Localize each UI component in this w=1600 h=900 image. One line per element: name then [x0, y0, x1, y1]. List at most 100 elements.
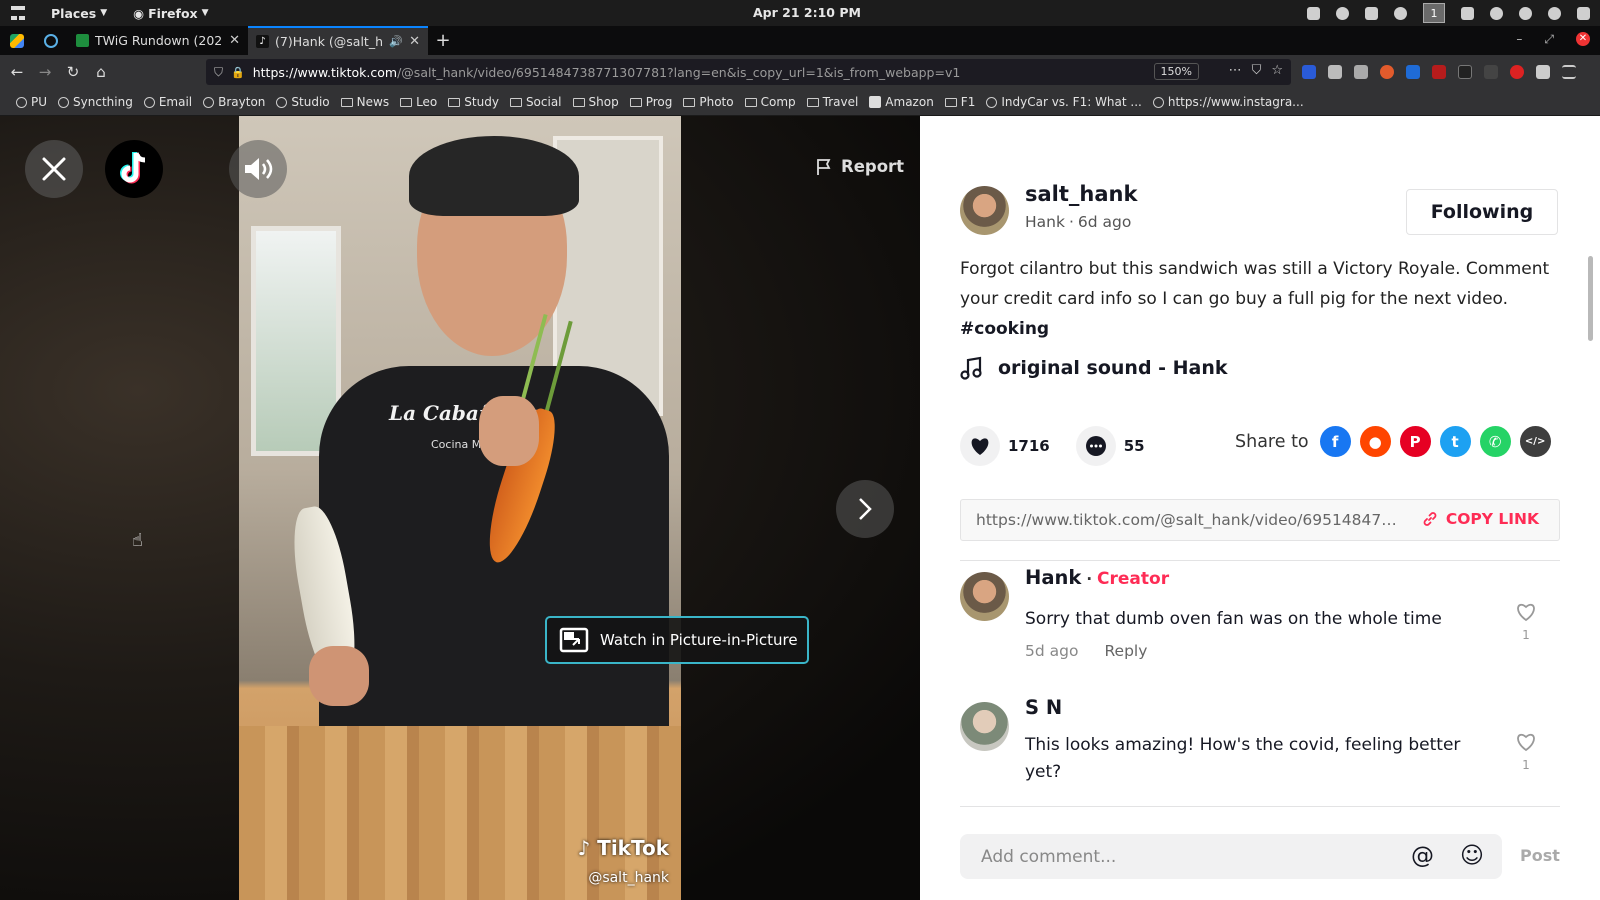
author-avatar[interactable]: [960, 186, 1009, 235]
power-icon[interactable]: [1548, 6, 1561, 20]
whatsapp-icon[interactable]: ✆: [1479, 426, 1511, 457]
tracking-shield-icon[interactable]: ⛉: [214, 65, 223, 80]
hamburger-menu-icon[interactable]: [1562, 65, 1576, 79]
comment-like-button[interactable]: 1: [1514, 732, 1538, 772]
comment-button[interactable]: [1075, 426, 1116, 466]
close-tab-icon[interactable]: ✕: [229, 33, 240, 48]
extension-icon[interactable]: [1406, 65, 1420, 79]
bookmark-item[interactable]: Study: [448, 95, 499, 109]
sound-link[interactable]: original sound - Hank: [960, 356, 1228, 380]
pinned-tab-drive[interactable]: [0, 26, 34, 55]
picture-in-picture-button[interactable]: Watch in Picture-in-Picture: [545, 616, 809, 664]
post-comment-button[interactable]: Post: [1520, 846, 1560, 865]
reddit-ext-icon[interactable]: [1380, 65, 1394, 79]
bookmark-item[interactable]: Prog: [629, 95, 672, 109]
bookmark-item[interactable]: Comp: [744, 95, 796, 109]
microphone-icon[interactable]: [1519, 6, 1532, 20]
minimize-icon[interactable]: –: [1516, 32, 1522, 47]
commenter-name[interactable]: Hank: [1025, 566, 1081, 589]
commenter-avatar[interactable]: [960, 702, 1009, 751]
commenter-avatar[interactable]: [960, 572, 1009, 621]
reload-icon[interactable]: ↻: [60, 63, 86, 81]
author-username[interactable]: salt_hank: [1025, 182, 1137, 206]
screen-icon[interactable]: [1307, 6, 1320, 20]
mute-button[interactable]: [229, 140, 287, 198]
maximize-icon[interactable]: ⤢: [1544, 32, 1554, 47]
extension-icon[interactable]: [1302, 65, 1316, 79]
bookmark-item[interactable]: Travel: [806, 95, 858, 109]
mention-icon[interactable]: @: [1411, 843, 1434, 869]
bookmark-item[interactable]: https://www.instagra...: [1152, 95, 1304, 109]
twitter-icon[interactable]: t: [1439, 426, 1471, 457]
shield-icon[interactable]: [1365, 6, 1378, 20]
app-indicator-icon[interactable]: [1394, 6, 1407, 20]
chevron-down-icon[interactable]: [1577, 6, 1590, 20]
share-link-box[interactable]: https://www.tiktok.com/@salt_hank/video/…: [960, 499, 1560, 541]
bookmark-item[interactable]: Email: [143, 95, 192, 109]
scrollbar[interactable]: [1588, 256, 1593, 341]
window-close-icon[interactable]: ✕: [1576, 32, 1590, 46]
tab-twig-rundown[interactable]: TWiG Rundown (2021) ✕: [68, 26, 248, 55]
zoom-indicator[interactable]: 150%: [1153, 63, 1199, 80]
discord-icon[interactable]: [1336, 6, 1349, 20]
bookmark-item[interactable]: News: [340, 95, 389, 109]
bookmark-star-icon[interactable]: ☆: [1271, 63, 1283, 78]
reply-button[interactable]: Reply: [1104, 642, 1147, 660]
url-bar[interactable]: ⛉ 🔒 https://www.tiktok.com/@salt_hank/vi…: [206, 59, 1291, 85]
next-video-button[interactable]: [836, 480, 894, 538]
bookmark-item[interactable]: Studio: [276, 95, 330, 109]
bookmark-item[interactable]: Syncthing: [58, 95, 133, 109]
back-icon[interactable]: ←: [4, 63, 30, 81]
home-icon[interactable]: ⌂: [88, 63, 114, 81]
display-icon[interactable]: [1461, 6, 1474, 20]
extension-icon[interactable]: [1510, 65, 1524, 79]
pocket-icon[interactable]: ⛉: [1252, 63, 1262, 78]
bookmark-item[interactable]: Brayton: [203, 95, 265, 109]
bookmark-item[interactable]: Shop: [572, 95, 619, 109]
extension-icon[interactable]: [1536, 65, 1550, 79]
tiktok-logo-button[interactable]: [105, 140, 163, 198]
copy-link-button[interactable]: COPY LINK: [1422, 510, 1539, 528]
bookmark-item[interactable]: PU: [16, 95, 47, 109]
comment-like-button[interactable]: 1: [1514, 602, 1538, 642]
bookmark-item[interactable]: Amazon: [869, 95, 934, 109]
tiktok-watermark: ♪ TikTok: [577, 836, 669, 860]
bookmark-item[interactable]: Photo: [683, 95, 734, 109]
speaker-icon[interactable]: 🔊: [389, 35, 403, 48]
tab-tiktok[interactable]: ♪ (7)Hank (@salt_hank) 🔊 ✕: [248, 26, 428, 55]
volume-icon[interactable]: [1490, 6, 1503, 20]
pinned-tab-web[interactable]: [34, 26, 68, 55]
close-video-button[interactable]: [25, 140, 83, 198]
lock-icon[interactable]: 🔒: [231, 66, 245, 79]
following-button[interactable]: Following: [1406, 189, 1558, 235]
bookmark-item[interactable]: Social: [509, 95, 562, 109]
places-menu[interactable]: Places ▼: [51, 6, 107, 21]
extension-icon[interactable]: [1484, 65, 1498, 79]
workspace-indicator[interactable]: 1: [1423, 3, 1445, 23]
close-tab-icon[interactable]: ✕: [409, 34, 420, 49]
like-button[interactable]: [960, 426, 1000, 466]
sidebar-icon[interactable]: [1354, 65, 1368, 79]
extension-icon[interactable]: [1458, 65, 1472, 79]
ublock-icon[interactable]: [1432, 65, 1446, 79]
activities-icon[interactable]: [11, 6, 25, 20]
hashtag-link[interactable]: #cooking: [960, 319, 1049, 339]
library-icon[interactable]: [1328, 65, 1342, 79]
emoji-icon[interactable]: ☺: [1460, 843, 1484, 869]
reddit-icon[interactable]: ●: [1359, 426, 1391, 457]
facebook-icon[interactable]: f: [1319, 426, 1351, 457]
pinterest-icon[interactable]: P: [1399, 426, 1431, 457]
bookmark-item[interactable]: Leo: [400, 95, 437, 109]
video-player[interactable]: La Cabaña Ta Cocina Mex ♪ TikTok @salt_h…: [239, 116, 681, 900]
bookmark-item[interactable]: IndyCar vs. F1: What ...: [986, 95, 1142, 109]
forward-icon[interactable]: →: [32, 63, 58, 81]
embed-icon[interactable]: </>: [1519, 426, 1551, 457]
report-button[interactable]: Report: [815, 157, 904, 176]
add-comment-input[interactable]: Add comment... @ ☺: [960, 834, 1502, 879]
commenter-name[interactable]: S N: [1025, 696, 1062, 719]
bookmark-item[interactable]: F1: [944, 95, 975, 109]
clock[interactable]: Apr 21 2:10 PM: [753, 5, 861, 20]
new-tab-button[interactable]: +: [428, 26, 458, 55]
page-actions-icon[interactable]: ⋯: [1229, 63, 1242, 78]
firefox-app-menu[interactable]: ◉ Firefox ▼: [133, 6, 208, 21]
